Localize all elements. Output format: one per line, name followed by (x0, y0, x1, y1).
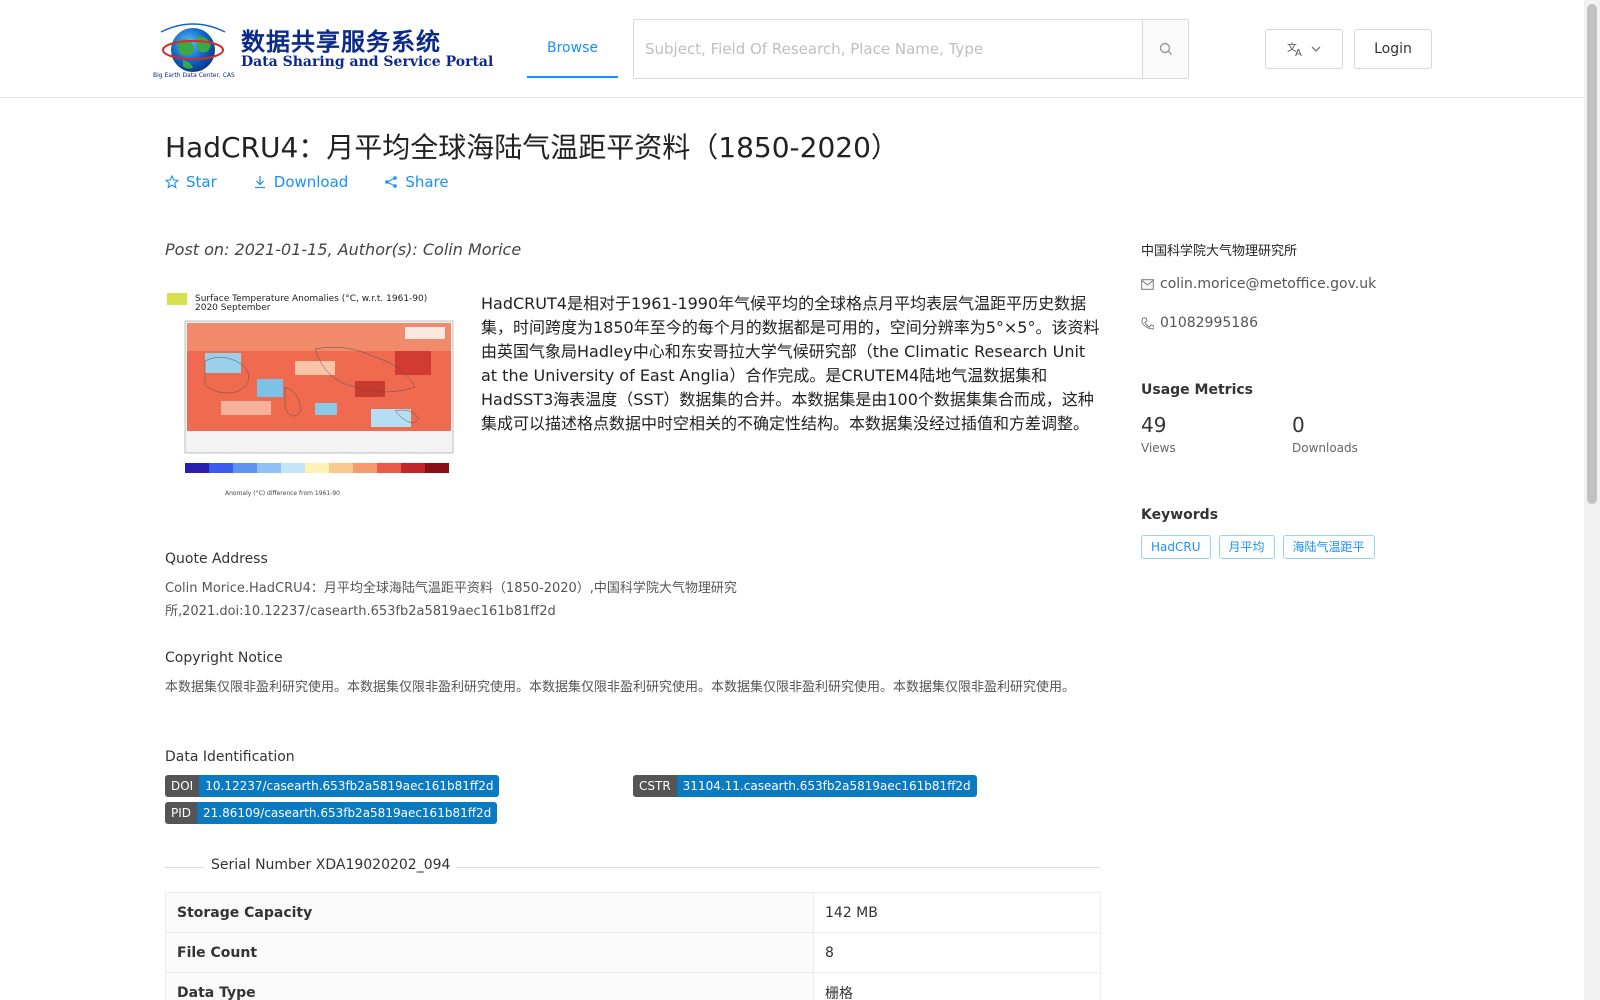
color-legend (185, 463, 449, 473)
serial-divider: Serial Number XDA19020202_094 (165, 857, 1101, 877)
table-row: Storage Capacity 142 MB (165, 892, 1101, 933)
table-value: 栅格 (813, 972, 1101, 1000)
thumbnail-subtitle: 2020 September (195, 303, 271, 313)
table-value: 142 MB (813, 892, 1101, 933)
nav-browse-tab[interactable]: Browse (527, 20, 618, 78)
scrollbar-thumb[interactable] (1587, 4, 1597, 504)
keyword-tag[interactable]: 海陆气温距平 (1282, 535, 1375, 559)
globe-logo-icon (160, 23, 226, 72)
star-icon (165, 175, 179, 189)
table-key: Data Type (165, 972, 814, 1000)
usage-metrics-title: Usage Metrics (1141, 382, 1253, 398)
table-key: File Count (165, 932, 814, 973)
dataset-description: HadCRUT4是相对于1961-1990年气候平均的全球格点月平均表层气温距平… (481, 294, 1100, 433)
search-icon (1159, 42, 1172, 55)
table-value: 8 (813, 932, 1101, 973)
pid-badge[interactable]: PID 21.86109/casearth.653fb2a5819aec161b… (165, 802, 498, 824)
doi-key: DOI (165, 775, 200, 797)
contact-email[interactable]: colin.morice@metoffice.gov.uk (1141, 276, 1376, 292)
keywords-title: Keywords (1141, 507, 1219, 523)
downloads-label: Downloads (1292, 441, 1358, 455)
pid-value: 21.86109/casearth.653fb2a5819aec161b81ff… (197, 802, 498, 824)
dataset-info-table: Storage Capacity 142 MB File Count 8 Dat… (165, 892, 1101, 1000)
language-selector[interactable]: 文 A (1265, 29, 1343, 69)
downloads-count: 0 (1292, 413, 1305, 437)
views-label: Views (1141, 441, 1176, 455)
keywords-list: HadCRU 月平均 海陆气温距平 (1141, 535, 1375, 559)
chevron-down-icon (1311, 46, 1321, 52)
identification-label: Data Identification (165, 749, 295, 765)
share-button[interactable]: Share (384, 173, 449, 191)
serial-number: Serial Number XDA19020202_094 (205, 857, 457, 873)
download-label: Download (273, 173, 349, 191)
cstr-key: CSTR (633, 775, 677, 797)
views-metric: 49 Views (1141, 413, 1176, 455)
search-input[interactable] (634, 20, 1142, 78)
dataset-title: HadCRU4：月平均全球海陆气温距平资料（1850-2020） (165, 131, 899, 164)
copyright-label: Copyright Notice (165, 650, 283, 666)
organization-name: 中国科学院大气物理研究所 (1141, 244, 1298, 259)
contact-phone[interactable]: 01082995186 (1141, 315, 1258, 331)
translate-icon: 文 A (1287, 41, 1302, 57)
logo-small-text: Big Earth Data Center, CAS (153, 72, 235, 79)
search-bar (633, 19, 1189, 79)
keyword-tag[interactable]: 月平均 (1218, 535, 1275, 559)
search-button[interactable] (1142, 20, 1188, 78)
download-icon (254, 176, 265, 189)
pid-key: PID (165, 802, 198, 824)
post-info: Post on: 2021-01-15, Author(s): Colin Mo… (165, 240, 522, 259)
table-row: File Count 8 (165, 932, 1101, 973)
thumbnail-caption: Anomaly (°C) difference from 1961-90 (225, 490, 340, 497)
quote-label: Quote Address (165, 551, 268, 567)
page-scrollbar[interactable] (1584, 0, 1600, 1000)
dataset-thumbnail[interactable]: Surface Temperature Anomalies (°C, w.r.t… (165, 291, 461, 499)
views-count: 49 (1141, 413, 1167, 437)
star-button[interactable]: Star (165, 173, 217, 191)
star-label: Star (186, 173, 217, 191)
dataset-actions: Star Download Share (165, 173, 449, 191)
table-key: Storage Capacity (165, 892, 814, 933)
site-logo[interactable]: 数据共享服务系统 Data Sharing and Service Portal… (153, 20, 493, 82)
quote-text: Colin Morice.HadCRU4：月平均全球海陆气温距平资料（1850-… (165, 581, 737, 619)
share-label: Share (405, 173, 449, 191)
doi-value: 10.12237/casearth.653fb2a5819aec161b81ff… (199, 775, 500, 797)
email-text: colin.morice@metoffice.gov.uk (1160, 276, 1377, 292)
copyright-text: 本数据集仅限非盈利研究使用。本数据集仅限非盈利研究使用。本数据集仅限非盈利研究使… (165, 680, 1076, 695)
mail-icon (1141, 278, 1154, 290)
phone-icon (1141, 317, 1154, 330)
svg-text:A: A (1295, 48, 1302, 57)
table-row: Data Type 栅格 (165, 972, 1101, 1000)
cstr-value: 31104.11.casearth.653fb2a5819aec161b81ff… (676, 775, 977, 797)
downloads-metric: 0 Downloads (1292, 413, 1358, 455)
logo-title-cn: 数据共享服务系统 (241, 28, 441, 56)
cstr-badge[interactable]: CSTR 31104.11.casearth.653fb2a5819aec161… (633, 775, 977, 797)
share-icon (385, 176, 398, 188)
keyword-tag[interactable]: HadCRU (1141, 535, 1211, 559)
logo-title-en: Data Sharing and Service Portal (241, 54, 494, 70)
top-header: 数据共享服务系统 Data Sharing and Service Portal… (0, 0, 1584, 98)
doi-badge[interactable]: DOI 10.12237/casearth.653fb2a5819aec161b… (165, 775, 500, 797)
download-button[interactable]: Download (253, 173, 349, 191)
phone-text: 01082995186 (1160, 315, 1258, 331)
login-button[interactable]: Login (1354, 29, 1432, 69)
